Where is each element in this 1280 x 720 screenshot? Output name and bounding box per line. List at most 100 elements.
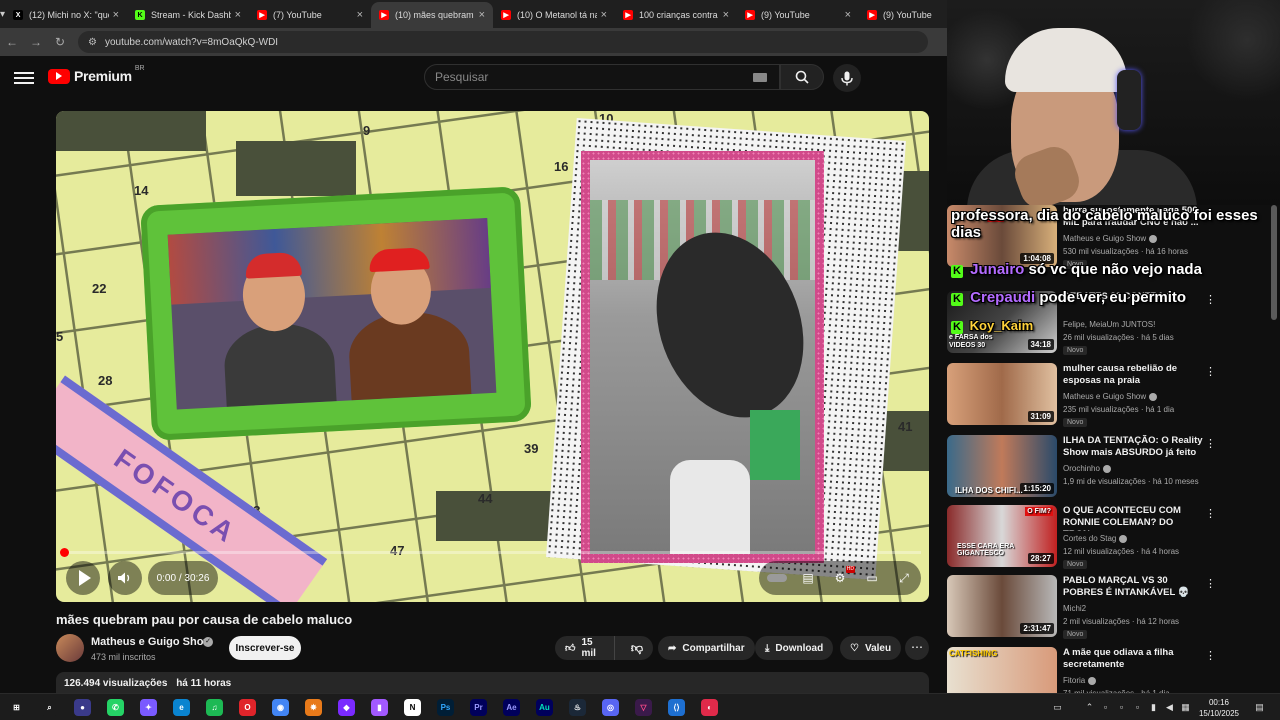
browser-tab[interactable]: ▶ 100 crianças contra c ×	[615, 2, 737, 28]
more-options-icon[interactable]: ⋮	[1205, 437, 1216, 450]
search-input[interactable]	[435, 70, 745, 84]
close-tab-icon[interactable]: ×	[479, 9, 485, 21]
like-button[interactable]: 👍︎ 15 mil	[555, 636, 615, 660]
subtitles-icon[interactable]: ▤	[799, 571, 817, 585]
description-box[interactable]: 126.494 visualizações há 11 horas	[56, 672, 929, 694]
related-video-item[interactable]: 1:15:20 ILHA DOS CHIFI... ILHA DA TENTAÇÃO…	[947, 435, 1267, 501]
premiere-icon[interactable]: Pr	[470, 699, 487, 716]
progress-bar[interactable]	[64, 551, 921, 554]
related-channel-name[interactable]: Michi2	[1063, 604, 1086, 613]
close-tab-icon[interactable]: ×	[601, 9, 607, 21]
voice-search-button[interactable]	[833, 64, 861, 92]
forward-icon[interactable]: →	[24, 35, 48, 49]
site-info-icon[interactable]: ⚙	[88, 37, 97, 48]
url-field[interactable]: ⚙ youtube.com/watch?v=8mOaQkQ-WDI	[78, 31, 928, 53]
volume-button[interactable]	[108, 561, 142, 595]
ide-icon[interactable]: ▽	[635, 699, 652, 716]
related-channel-name[interactable]: Cortes do Stag	[1063, 534, 1128, 543]
video-thumbnail[interactable]: 28:27 ESSE CARA ERA GIGANTESCO O FIM?	[947, 505, 1057, 567]
browser-tab[interactable]: ▶ (10) O Metanol tá na ×	[493, 2, 615, 28]
video-thumbnail[interactable]: CATFISHING	[947, 647, 1057, 693]
fullscreen-icon[interactable]: ⤢	[895, 571, 913, 585]
speaker-tray-icon[interactable]: ◀	[1164, 702, 1175, 713]
search-icon[interactable]: ⌕	[41, 699, 58, 716]
related-channel-name[interactable]: Felipe, MeiaUm JUNTOS!	[1063, 320, 1155, 329]
reload-icon[interactable]: ↻	[48, 35, 72, 49]
photoshop-icon[interactable]: Ps	[437, 699, 454, 716]
subscribe-button[interactable]: Inscrever-se	[229, 636, 301, 660]
more-actions-icon[interactable]: ⋯	[905, 636, 929, 660]
browser-tab[interactable]: ▶ (9) YouTube ×	[737, 2, 859, 28]
progress-scrubber[interactable]	[60, 548, 69, 557]
microphone-tray-icon[interactable]: ▮	[1148, 702, 1159, 713]
related-video-title[interactable]: mulher causa rebelião de esposas na prai…	[1063, 363, 1203, 387]
more-options-icon[interactable]: ⋮	[1205, 365, 1216, 378]
tray-app-icon[interactable]: ▫	[1116, 702, 1127, 713]
youtube-premium-logo[interactable]: Premium BR	[48, 65, 145, 84]
opera-icon[interactable]: O	[239, 699, 256, 716]
chrome-icon[interactable]: ◉	[272, 699, 289, 716]
vscode-icon[interactable]: ⟨⟩	[668, 699, 685, 716]
obs-icon[interactable]: ●	[74, 699, 91, 716]
back-icon[interactable]: ←	[0, 35, 24, 49]
figma-icon[interactable]: ▮	[371, 699, 388, 716]
share-button[interactable]: ➦ Compartilhar	[658, 636, 755, 660]
close-tab-icon[interactable]: ×	[723, 9, 729, 21]
app-icon[interactable]: ◐	[701, 699, 718, 716]
autoplay-toggle[interactable]	[767, 571, 787, 585]
hamburger-menu-icon[interactable]	[14, 69, 34, 85]
related-video-item[interactable]: 28:27 ESSE CARA ERA GIGANTESCO O FIM? O QUE…	[947, 505, 1267, 571]
browser-tab[interactable]: ▶ (10) mães quebram p ×	[371, 2, 494, 28]
steam-icon[interactable]: ♨	[569, 699, 586, 716]
related-video-item[interactable]: 2:31:47 PABLO MARÇAL VS 30 POBRES É INTAN…	[947, 575, 1267, 641]
edge-icon[interactable]: e	[173, 699, 190, 716]
copilot-icon[interactable]: ✦	[140, 699, 157, 716]
related-channel-name[interactable]: Matheus e Guigo Show	[1063, 392, 1158, 401]
keyboard-tray-icon[interactable]: ▭	[1052, 702, 1063, 713]
browser-tab[interactable]: X (12) Michi no X: "que ×	[5, 2, 127, 28]
audition-icon[interactable]: Au	[536, 699, 553, 716]
settings-gear-icon[interactable]: ⚙ HD	[831, 566, 855, 585]
video-player[interactable]: 9 10 14 16 22 5 28 39 43 44 47 41 FOFOCA	[56, 111, 929, 602]
aftereffects-icon[interactable]: Ae	[503, 699, 520, 716]
close-tab-icon[interactable]: ×	[357, 9, 363, 21]
thanks-button[interactable]: ♡ Valeu	[840, 636, 902, 660]
related-video-item[interactable]: CATFISHING A mãe que odiava a filha secre…	[947, 647, 1267, 693]
spotify-icon[interactable]: ♫	[206, 699, 223, 716]
related-video-item[interactable]: 31:09 mulher causa rebelião de esposas na…	[947, 363, 1267, 429]
related-channel-name[interactable]: Orochinho	[1063, 464, 1111, 473]
search-button[interactable]	[780, 64, 824, 90]
browser-tab[interactable]: K Stream - Kick Dashbo ×	[127, 2, 249, 28]
more-options-icon[interactable]: ⋮	[1205, 507, 1216, 520]
notification-icon[interactable]: ▤	[1254, 702, 1265, 713]
close-tab-icon[interactable]: ×	[235, 9, 241, 21]
related-channel-name[interactable]: Fitoria	[1063, 676, 1097, 685]
blender-icon[interactable]: ✸	[305, 699, 322, 716]
miniplayer-icon[interactable]: ▭	[863, 571, 881, 585]
notion-icon[interactable]: N	[404, 699, 421, 716]
browser-tab[interactable]: ▶ (7) YouTube ×	[249, 2, 371, 28]
keyboard-icon[interactable]	[753, 72, 767, 82]
windows-icon[interactable]: ⊞	[8, 699, 25, 716]
chevron-up-icon[interactable]: ⌃	[1084, 702, 1095, 713]
dislike-button[interactable]: 👎︎	[621, 641, 653, 656]
close-tab-icon[interactable]: ×	[113, 9, 119, 21]
video-thumbnail[interactable]: 1:15:20 ILHA DOS CHIFI...	[947, 435, 1057, 497]
video-thumbnail[interactable]: 31:09	[947, 363, 1057, 425]
network-tray-icon[interactable]: ▦	[1180, 702, 1191, 713]
channel-name[interactable]: Matheus e Guigo Show	[91, 636, 212, 648]
related-video-title[interactable]: PABLO MARÇAL VS 30 POBRES É INTANKÁVEL 💀	[1063, 575, 1203, 599]
tray-app-icon[interactable]: ▫	[1100, 702, 1111, 713]
vlc-icon[interactable]: ◆	[338, 699, 355, 716]
system-clock[interactable]: 00:16 15/10/2025	[1196, 697, 1242, 719]
channel-avatar[interactable]	[56, 634, 84, 662]
play-button[interactable]	[66, 561, 100, 595]
related-video-title[interactable]: ILHA DA TENTAÇÃO: O Reality Show mais AB…	[1063, 435, 1203, 459]
more-options-icon[interactable]: ⋮	[1205, 649, 1216, 662]
more-options-icon[interactable]: ⋮	[1205, 293, 1216, 306]
tray-app-icon[interactable]: ▫	[1132, 702, 1143, 713]
related-video-title[interactable]: O QUE ACONTECEU COM RONNIE COLEMAN? DO T…	[1063, 505, 1203, 531]
download-button[interactable]: ⤓ Download	[755, 636, 834, 660]
discord-icon[interactable]: ◎	[602, 699, 619, 716]
video-thumbnail[interactable]: 2:31:47	[947, 575, 1057, 637]
